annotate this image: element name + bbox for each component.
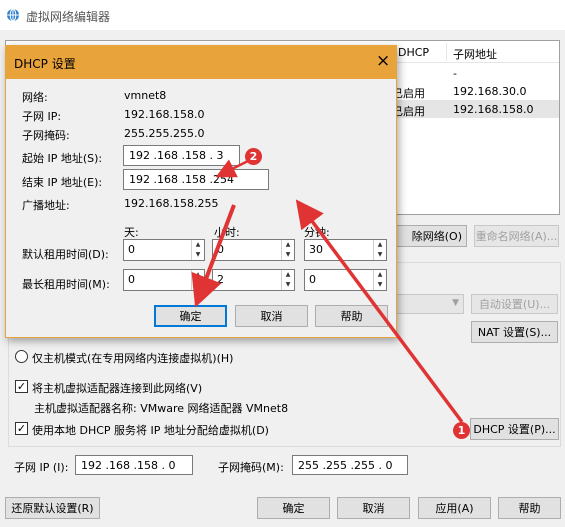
- arrow-to-start-ip: [215, 158, 251, 178]
- annotation-badge-2: 2: [245, 148, 262, 165]
- annotation-arrows: [191, 158, 464, 424]
- annotation-badge-1: 1: [453, 422, 470, 439]
- arrow-to-dhcp-ok: [191, 204, 236, 308]
- arrow-to-end-ip: [295, 199, 464, 424]
